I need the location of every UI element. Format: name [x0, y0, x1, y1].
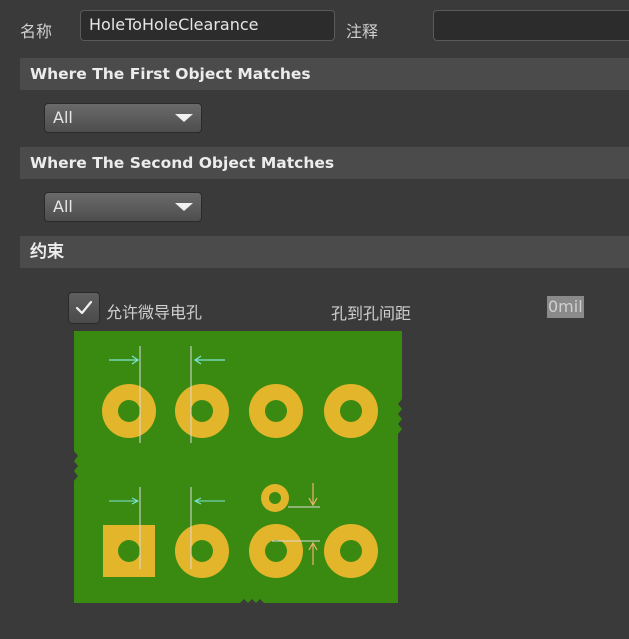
micro-via-hole — [269, 492, 281, 504]
name-label: 名称 — [20, 22, 53, 41]
drill-hole — [265, 540, 287, 562]
drill-hole — [191, 400, 213, 422]
second-object-section-header: Where The Second Object Matches — [20, 147, 629, 179]
name-input[interactable]: HoleToHoleClearance — [80, 10, 335, 41]
first-object-section-header: Where The First Object Matches — [20, 58, 629, 90]
drill-hole — [118, 540, 140, 562]
chevron-down-icon — [175, 203, 193, 211]
second-object-dropdown[interactable]: All — [44, 192, 202, 222]
hole-clearance-illustration — [74, 331, 402, 603]
drill-hole — [118, 400, 140, 422]
drill-hole — [265, 400, 287, 422]
hole-to-hole-value-input[interactable]: 0mil — [547, 296, 584, 318]
comment-input[interactable] — [433, 10, 629, 41]
hole-to-hole-label: 孔到孔间距 — [331, 304, 412, 323]
drill-hole — [191, 540, 213, 562]
checkmark-icon — [75, 300, 93, 315]
allow-micro-vias-label: 允许微导电孔 — [106, 303, 203, 322]
first-object-dropdown[interactable]: All — [44, 103, 202, 133]
drill-hole — [340, 540, 362, 562]
allow-micro-vias-checkbox[interactable] — [68, 292, 100, 324]
constraints-section-header: 约束 — [20, 236, 629, 268]
chevron-down-icon — [175, 114, 193, 122]
first-object-dropdown-value: All — [53, 108, 73, 127]
comment-label: 注释 — [346, 22, 379, 41]
second-object-dropdown-value: All — [53, 197, 73, 216]
drill-hole — [340, 400, 362, 422]
